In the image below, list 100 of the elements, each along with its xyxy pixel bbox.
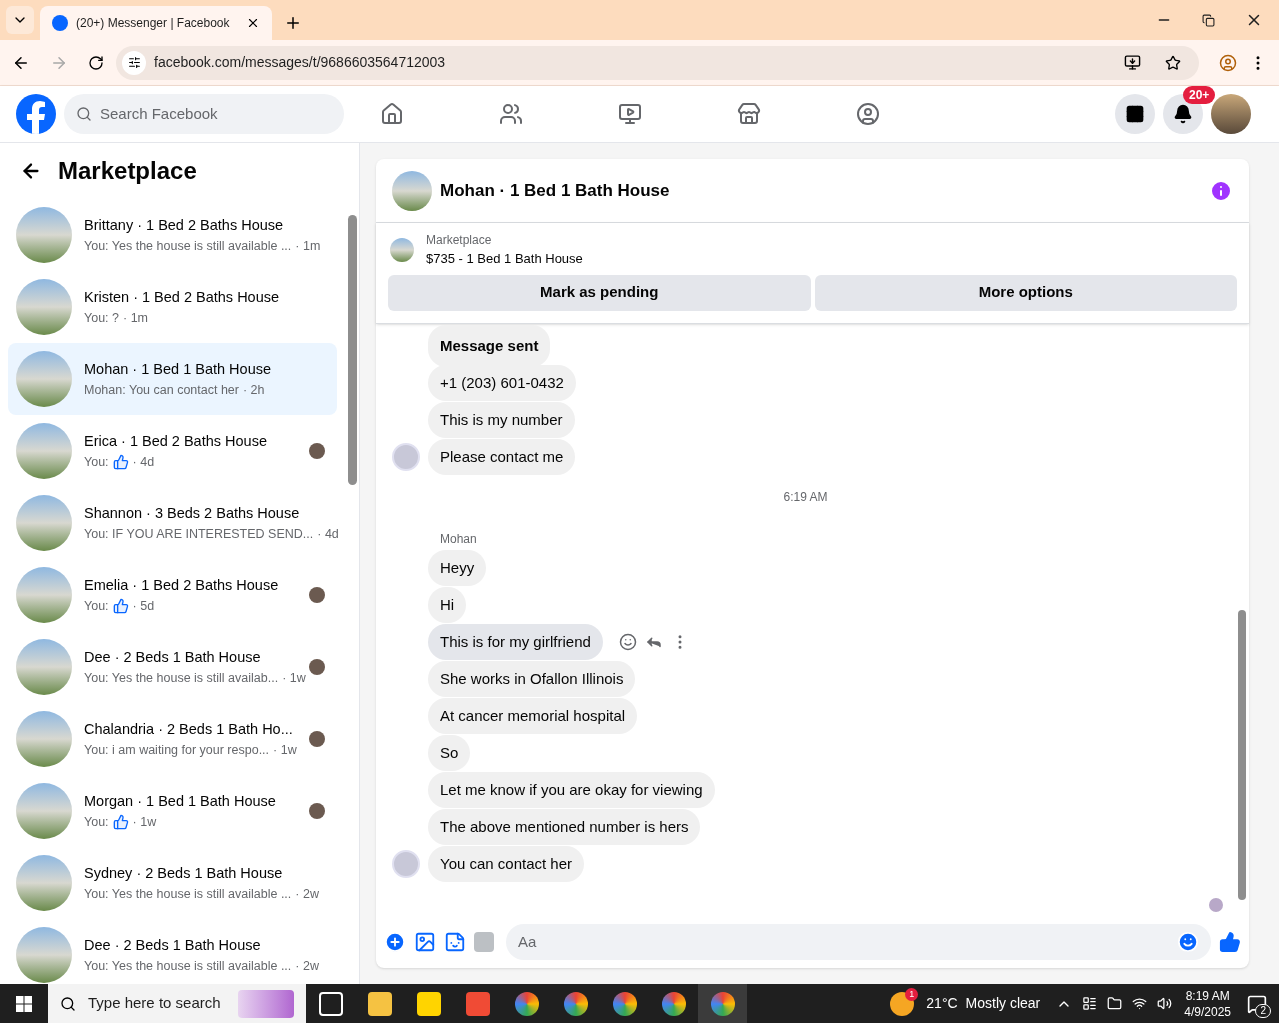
chrome-icon[interactable] [612,991,637,1016]
message-bubble: She works in Ofallon Illinois [428,660,636,698]
friends-icon[interactable] [499,102,523,126]
unicorn-drawing [238,989,294,1018]
bell-icon [1173,104,1193,124]
house-photo [16,783,72,839]
like-icon[interactable] [1219,931,1241,953]
house-photo [16,639,72,695]
url-text: facebook.com/messages/t/9686603564712003 [154,53,447,72]
conversation-title: Chalandria · 2 Beds 1 Bath Ho... [84,719,294,739]
search-field[interactable]: Search Facebook [64,94,344,134]
house-photo [16,351,72,407]
message-bubble: Please contact me [428,438,576,476]
search-icon [60,995,76,1012]
notification-badge: 20+ [1183,86,1216,104]
conversation-item[interactable]: Brittany · 1 Bed 2 Baths House You: Yes the house is still available ... · 1m [8,199,337,271]
conversation-item[interactable]: Dee · 2 Beds 1 Bath House You: Yes the house is still available ... · 2w [8,919,337,984]
install-icon[interactable] [1124,54,1141,71]
conversation-title: Erica · 1 Bed 2 Baths House [84,431,268,451]
message-preview: You: Yes the house is still available ... [84,237,292,255]
clock[interactable]: 8:19 AM 4/9/2025 [1184,987,1231,1020]
message-time: · 5d [132,597,155,615]
taskbar-search-field[interactable]: Type here to search [48,984,306,1023]
add-icon[interactable] [384,931,406,953]
profile-avatar[interactable] [1211,94,1251,134]
site-settings-icon[interactable] [127,56,141,69]
message-bubble: Message sent [428,324,551,368]
marketplace-icon[interactable] [737,102,761,126]
message-bubble: Heyy [428,549,487,587]
restore-icon[interactable] [1202,13,1215,27]
browser-tab[interactable]: (20+) Messenger | Facebook [40,6,272,40]
menu-button[interactable] [1115,94,1155,134]
message-time: · 2h [243,381,265,399]
close-icon[interactable] [246,16,260,30]
conversation-item[interactable]: Emelia · 1 Bed 2 Baths House You: · 5d [8,559,337,631]
message-preview: You: Yes the house is still available ... [84,957,292,975]
conversation-item[interactable]: Morgan · 1 Bed 1 Bath House You: · 1w [8,775,337,847]
house-photo [392,170,432,211]
task-view-icon[interactable] [318,991,343,1016]
groups-icon[interactable] [856,102,880,126]
message-preview: You: [84,813,109,831]
emoji-react-icon[interactable] [618,633,637,651]
new-tab-icon[interactable] [284,14,302,32]
app-icon[interactable] [465,991,490,1016]
photo-icon[interactable] [414,931,436,953]
volume-icon[interactable] [1157,996,1173,1011]
conversation-item[interactable]: Kristen · 1 Bed 2 Baths House You: ? · 1m [8,271,337,343]
chrome-icon[interactable] [710,991,735,1016]
home-icon[interactable] [380,102,404,126]
message-bubble: Let me know if you are okay for viewing [428,771,715,809]
listing-label: Marketplace [426,232,493,249]
reload-icon[interactable] [88,54,104,71]
message-time: · 1w [132,813,157,831]
message-time: · 1w [282,669,306,687]
profile-icon[interactable] [1219,53,1237,72]
chat-title: Mohan · 1 Bed 1 Bath House [440,179,671,202]
message-bubble: This is for my girlfriend [428,623,603,661]
house-photo [16,567,72,623]
conversation-item[interactable]: Dee · 2 Beds 1 Bath House You: Yes the house is still availab... · 1w [8,631,337,703]
tab-title: (20+) Messenger | Facebook [76,15,231,32]
video-icon[interactable] [618,102,642,126]
listing-action-button[interactable]: Mark as pending [388,274,811,311]
conversation-title: Dee · 2 Beds 1 Bath House [84,935,262,955]
house-photo [16,279,72,335]
house-photo [16,927,72,983]
notification-count: 2 [1255,1003,1271,1018]
message-bubble: At cancer memorial hospital [428,697,638,735]
windows-logo-icon[interactable] [16,995,32,1012]
message-time: · 2w [295,885,319,903]
tab-search-button[interactable] [6,6,34,34]
weather-icon[interactable] [890,991,915,1016]
conversation-item[interactable]: Shannon · 3 Beds 2 Baths House You: IF YOU ARE INTERESTED SEND... · 4d [8,487,337,559]
message-preview: You: [84,597,109,615]
read-receipt-avatar [1209,898,1223,912]
message-preview: Mohan: You can contact her [84,381,239,399]
sticker-icon[interactable] [444,931,466,953]
network-icon[interactable] [1132,996,1148,1011]
conversation-item[interactable]: Chalandria · 2 Beds 1 Bath Ho... You: i am waiting for your respo... · 1w [8,703,337,775]
emoji-icon[interactable] [1177,931,1199,953]
conversation-item[interactable]: Sydney · 2 Beds 1 Bath House You: Yes the house is still available ... · 2w [8,847,337,919]
conversation-item[interactable]: Mohan · 1 Bed 1 Bath House Mohan: You can contact her · 2h [8,343,337,415]
file-explorer-icon[interactable] [367,991,392,1016]
message-time: · 4d [132,453,155,471]
message-time: · 2w [295,957,319,975]
address-bar[interactable]: facebook.com/messages/t/9686603564712003 [116,45,1199,80]
conversation-title: Kristen · 1 Bed 2 Baths House [84,287,281,307]
message-field[interactable]: Aa [506,924,1211,960]
chrome-icon[interactable] [563,991,588,1016]
facebook-logo[interactable] [16,94,56,134]
chrome-icon[interactable] [661,991,686,1016]
tray-folder-icon[interactable] [1107,996,1123,1011]
bookmark-icon[interactable] [1165,54,1181,71]
sticky-notes-icon[interactable] [416,991,441,1016]
house-photo [16,711,72,767]
conversation-item[interactable]: Erica · 1 Bed 2 Baths House You: · 4d [8,415,337,487]
listing-action-button[interactable]: More options [814,274,1237,311]
message-time: · 1m [295,237,321,255]
message-preview: You: Yes the house is still availab... [84,669,279,687]
chrome-icon[interactable] [514,991,539,1016]
tray-app-icon[interactable] [1082,996,1098,1011]
